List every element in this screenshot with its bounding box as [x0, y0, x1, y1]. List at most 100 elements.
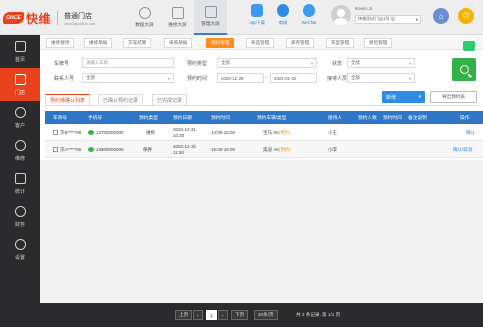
row-checkbox[interactable]: [53, 130, 58, 135]
video-icon[interactable]: [463, 41, 475, 51]
column-header[interactable]: 预约日期: [173, 111, 192, 124]
brand-logo[interactable]: ONCE 快维 普通门店 www.cqkuaiwei.com: [3, 9, 95, 27]
stats-icon: [14, 172, 26, 184]
vehicle-cell: 奥迪 A6 (预约): [263, 141, 291, 158]
vehicle-cell: 宝马 X5 (预约): [263, 124, 291, 141]
column-header[interactable]: 预约人数: [358, 111, 377, 124]
logout-button[interactable]: ⏻: [458, 8, 474, 24]
column-header[interactable]: 车牌号: [53, 111, 67, 124]
column-header[interactable]: 接待人: [328, 111, 342, 124]
sidebar-item-label: 设置: [14, 254, 25, 261]
row-action-link[interactable]: 确认: [466, 124, 475, 141]
tab-pending-appointments[interactable]: 预约待确认列表: [45, 94, 91, 105]
tab-vehicle-models[interactable]: 车型管理: [326, 38, 355, 48]
phone-icon: [251, 4, 263, 17]
module-tabs: 维修接待 维修单据 交车结算 采购单据 预约管理 商品管理 库存管理 车型管理 …: [40, 35, 483, 50]
plate-input[interactable]: 请输入车牌: [82, 58, 174, 68]
plate-cell: 京A*****66: [53, 141, 81, 158]
tab-reception[interactable]: 维修接待: [46, 38, 75, 48]
vehicle-value: 奥迪 A6: [263, 146, 279, 152]
avatar[interactable]: [331, 5, 351, 25]
home-icon: ⌂: [438, 11, 444, 21]
phone-cell: 13700000000: [88, 124, 124, 141]
manage-icon: [204, 6, 217, 18]
column-header[interactable]: 操作: [460, 111, 469, 124]
tab-purchase[interactable]: 采购单据: [164, 38, 193, 48]
chevron-right-icon[interactable]: ›: [218, 310, 228, 320]
quick-links: App下载 商城 WeChat: [244, 4, 322, 26]
chevron-left-icon[interactable]: ‹: [193, 310, 203, 320]
tab-settlement[interactable]: 交车结算: [123, 38, 152, 48]
vehicle-tag: (预约): [278, 146, 291, 152]
status-select[interactable]: 全部 ▾: [347, 58, 415, 68]
home-button[interactable]: ⌂: [433, 8, 449, 24]
row-action-link[interactable]: 确认/取消: [453, 141, 472, 158]
tab-appointments[interactable]: 预约管理: [206, 38, 235, 48]
top-nav-repair-screen[interactable]: 维修大屏: [161, 0, 194, 35]
page-size-select[interactable]: 20条/页: [254, 310, 278, 320]
date-cell: 2020-12-31 10:30: [173, 124, 196, 141]
type-select[interactable]: 全部 ▾: [217, 58, 317, 68]
current-page[interactable]: 1: [206, 310, 217, 320]
power-icon: ⏻: [462, 11, 470, 20]
sidebar-item-store[interactable]: 门店: [0, 68, 40, 101]
type-label: 预约类型: [187, 61, 208, 67]
sidebar-item-settings[interactable]: 设置: [0, 233, 40, 266]
date-from-input[interactable]: 2020-12-29: [217, 73, 264, 83]
date-label: 预约时间: [187, 76, 208, 82]
quick-app-download[interactable]: App下载: [244, 4, 270, 26]
row-checkbox[interactable]: [53, 147, 58, 152]
receiver-cell: 小王: [328, 129, 337, 135]
home-icon: [14, 40, 26, 52]
vehicle-tag: (预约): [278, 129, 291, 135]
store-label: 普通门店 www.cqkuaiwei.com: [64, 11, 95, 26]
prev-page-button[interactable]: 上页: [175, 310, 193, 320]
slot-cell: 15:00-16:00: [211, 146, 236, 152]
column-header[interactable]: 预约类型: [139, 111, 158, 124]
person-select[interactable]: 全部 ▾: [347, 73, 415, 83]
top-header: ONCE 快维 普通门店 www.cqkuaiwei.com 数据大屏 维修大屏…: [0, 0, 483, 35]
tab-completed-appointments[interactable]: 已完成记录: [152, 94, 188, 105]
chart-icon: [138, 7, 151, 19]
table-row[interactable]: 京B*****88 13700000000 维修 2020-12-31 10:3…: [45, 124, 483, 141]
date-to-value: 2021-01-02: [274, 75, 297, 81]
column-header[interactable]: 预约车辆/类型: [257, 111, 286, 124]
sidebar-item-stats[interactable]: 统计: [0, 167, 40, 200]
tab-goods[interactable]: 商品管理: [246, 38, 275, 48]
add-button[interactable]: 新增 ▾: [382, 91, 425, 103]
chevron-down-icon: ▾: [415, 16, 418, 22]
top-nav-manage-screen[interactable]: 管理大屏: [194, 0, 227, 35]
sidebar-item-repair[interactable]: 维修: [0, 134, 40, 167]
table-header: 车牌号 手机号 预约类型 预约日期 预约时间 预约车辆/类型 接待人 预约人数 …: [45, 111, 483, 124]
time-value: 10:30: [173, 132, 185, 138]
sidebar-item-customer[interactable]: 客户: [0, 101, 40, 134]
column-header[interactable]: 预约时间: [211, 111, 230, 124]
export-button[interactable]: 导出预约表: [430, 91, 477, 103]
tab-inventory[interactable]: 库存管理: [286, 38, 315, 48]
tab-insurance[interactable]: 保险管理: [364, 38, 393, 48]
shop-select[interactable]: 快维测试门店1号 店 ▾: [355, 14, 421, 24]
sidebar-item-home[interactable]: 首页: [0, 35, 40, 68]
date-to-input[interactable]: 2021-01-02: [270, 73, 317, 83]
phone-select[interactable]: 全部 ▾: [82, 73, 174, 83]
sidebar-item-label: 客户: [14, 122, 25, 129]
sidebar-item-label: 首页: [14, 56, 25, 63]
column-header[interactable]: 备注说明: [408, 111, 427, 124]
column-header[interactable]: 预约时间: [383, 111, 402, 124]
tab-repair-orders[interactable]: 维修单据: [84, 38, 113, 48]
type-cell: 保养: [143, 146, 152, 152]
tabs-divider: [45, 105, 478, 106]
quick-shop[interactable]: 商城: [270, 4, 296, 26]
next-page-button[interactable]: 下页: [231, 310, 249, 320]
tab-confirmed-appointments[interactable]: 已确认预约记录: [98, 94, 144, 105]
quick-wechat[interactable]: WeChat: [296, 4, 322, 26]
shop-select-value: 快维测试门店1号 店: [358, 16, 395, 21]
top-nav-data-screen[interactable]: 数据大屏: [128, 0, 161, 35]
top-nav: 数据大屏 维修大屏 管理大屏: [128, 0, 227, 35]
phone-value: 13800000000: [96, 146, 124, 152]
logo-divider: [57, 11, 59, 25]
table-row[interactable]: 京A*****66 13800000000 保养 2020-12-31 11:0…: [45, 141, 483, 158]
column-header[interactable]: 手机号: [88, 111, 102, 124]
search-button[interactable]: [452, 58, 476, 81]
sidebar-item-finance[interactable]: 财务: [0, 200, 40, 233]
